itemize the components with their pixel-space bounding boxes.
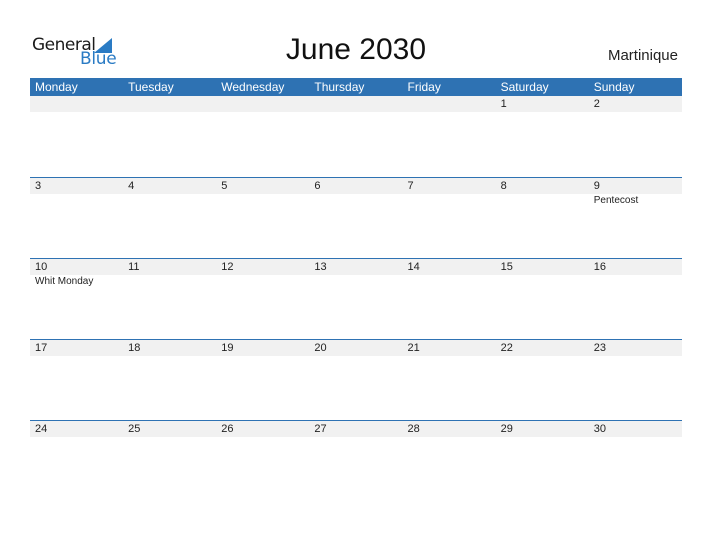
holiday-label	[123, 275, 216, 289]
date-band: 17 18 19 20 21 22 23	[30, 340, 682, 356]
holiday-label	[496, 194, 589, 208]
day-number-thursday: 6	[314, 180, 321, 192]
day-number-tuesday: 18	[128, 342, 141, 354]
date-band: 24 25 26 27 28 29 30	[30, 421, 682, 437]
weeks-container: 1 2 3 4 5 6 7 8 9 Pentecost 10 11 12 13 14 15 16 Whit Mon…	[30, 96, 682, 501]
holiday-label	[403, 275, 496, 289]
holiday-label	[496, 275, 589, 289]
day-number-thursday: 20	[314, 342, 327, 354]
day-number-wednesday: 26	[221, 423, 234, 435]
holiday-label	[403, 194, 496, 208]
day-number-friday: 28	[407, 423, 420, 435]
day-number-saturday: 29	[500, 423, 513, 435]
day-number-wednesday: 12	[221, 261, 234, 273]
holiday-label	[216, 275, 309, 289]
weekday-saturday: Saturday	[500, 80, 549, 94]
day-number-thursday	[309, 96, 402, 112]
events-row: Pentecost	[30, 194, 682, 208]
date-band: 10 11 12 13 14 15 16	[30, 259, 682, 275]
day-number-friday: 14	[407, 261, 420, 273]
day-number-thursday: 27	[314, 423, 327, 435]
day-number-monday: 3	[35, 180, 42, 192]
holiday-label	[309, 194, 402, 208]
day-number-wednesday: 5	[221, 180, 228, 192]
calendar-grid: Monday Tuesday Wednesday Thursday Friday…	[30, 78, 682, 501]
day-number-monday	[30, 96, 123, 112]
day-number-wednesday: 19	[221, 342, 234, 354]
holiday-label: Pentecost	[593, 195, 639, 206]
weekday-thursday: Thursday	[314, 80, 365, 94]
day-number-saturday: 8	[500, 180, 507, 192]
week-row: 3 4 5 6 7 8 9 Pentecost	[30, 177, 682, 258]
day-number-friday: 7	[407, 180, 414, 192]
day-number-thursday: 13	[314, 261, 327, 273]
week-row: 17 18 19 20 21 22 23	[30, 339, 682, 420]
week-row: 12	[30, 96, 682, 177]
day-number-monday: 24	[35, 423, 48, 435]
events-row: Whit Monday	[30, 275, 682, 289]
day-number-tuesday: 11	[128, 261, 140, 273]
holiday-label	[309, 275, 402, 289]
holiday-label	[30, 194, 123, 208]
day-number-saturday: 1	[500, 98, 507, 110]
day-number-friday	[403, 96, 496, 112]
week-row: 10 11 12 13 14 15 16 Whit Monday	[30, 258, 682, 339]
day-number-tuesday	[123, 96, 216, 112]
day-number-saturday: 15	[500, 261, 513, 273]
weekday-tuesday: Tuesday	[128, 80, 174, 94]
day-number-tuesday: 25	[128, 423, 141, 435]
weekday-friday: Friday	[407, 80, 441, 94]
calendar-title: June 2030	[285, 33, 427, 66]
day-number-monday: 17	[35, 342, 48, 354]
day-number-saturday: 22	[500, 342, 513, 354]
day-number-monday: 10	[35, 261, 48, 273]
day-number-sunday: 16	[593, 261, 606, 273]
weekday-sunday: Sunday	[593, 80, 635, 94]
holiday-label	[123, 194, 216, 208]
day-number-sunday: 30	[593, 423, 606, 435]
day-number-wednesday	[216, 96, 309, 112]
day-number-sunday: 2	[593, 98, 600, 110]
date-band: 3 4 5 6 7 8 9	[30, 178, 682, 194]
holiday-label	[589, 275, 682, 289]
day-number-friday: 21	[407, 342, 420, 354]
weekday-header: Monday Tuesday Wednesday Thursday Friday…	[30, 78, 682, 96]
day-number-sunday: 23	[593, 342, 606, 354]
day-number-tuesday: 4	[128, 180, 135, 192]
date-band: 12	[30, 96, 682, 112]
holiday-label: Whit Monday	[35, 276, 94, 287]
weekday-monday: Monday	[35, 80, 78, 94]
week-row: 24 25 26 27 28 29 30	[30, 420, 682, 501]
holiday-label	[216, 194, 309, 208]
weekday-wednesday: Wednesday	[221, 80, 285, 94]
country-label: Martinique	[607, 47, 678, 64]
day-number-sunday: 9	[593, 180, 600, 192]
